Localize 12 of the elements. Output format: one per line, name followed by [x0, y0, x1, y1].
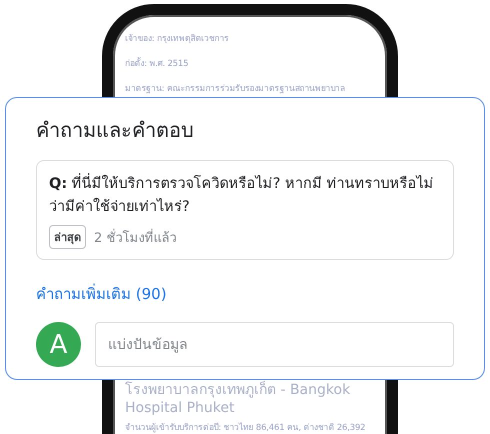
detail-line: เจ้าของ: กรุงเทพดุสิตเวชการ [125, 33, 230, 45]
place-title: โรงพยาบาลกรุงเทพภูเก็ต - Bangkok Hospital Phuket [125, 381, 352, 418]
question-text: Q: ที่นี่มีให้บริการตรวจโควิดหรือไม่? หากมี ท่านทราบหรือไม่ว่ามีค่าใช้จ่ายเท่าไหร่? [49, 173, 441, 219]
detail-line: มาตรฐาน: คณะกรรมการร่วมรับรองมาตรฐานสถานพยาบาล [125, 83, 346, 95]
card-title: คำถามและคำตอบ [36, 117, 195, 144]
user-avatar: A [36, 322, 81, 367]
detail-line: ก่อตั้ง: พ.ศ. 2515 [125, 56, 190, 70]
place-description: จำนวนผู้เข้ารับบริการต่อปี: ชาวไทย 86,461 คน, ต่างชาติ 26,392 [125, 421, 366, 434]
question-time: 2 ชั่วโมงที่แล้ว [94, 228, 176, 248]
latest-tag: ล่าสุด [49, 225, 86, 249]
answer-input[interactable]: แบ่งปันข้อมูล [95, 322, 454, 367]
more-questions-link[interactable]: คำถามเพิ่มเติม (90) [36, 282, 454, 306]
